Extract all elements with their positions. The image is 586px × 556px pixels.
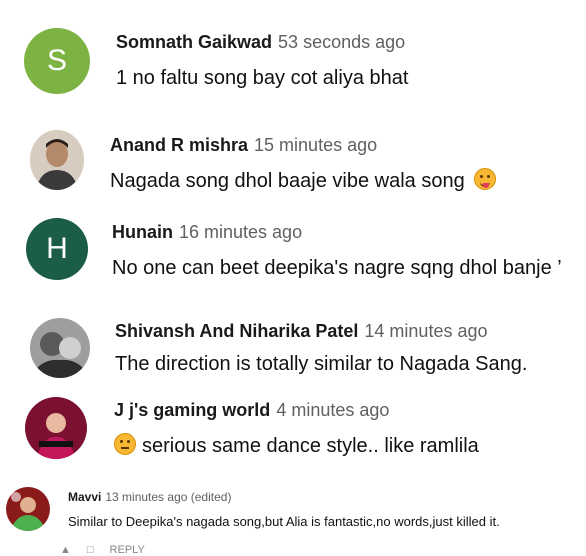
- comment-timestamp[interactable]: 4 minutes ago: [276, 400, 389, 420]
- avatar[interactable]: [25, 397, 87, 459]
- neutral-face-icon: [114, 433, 136, 455]
- comment-text: Nagada song dhol baaje vibe wala song: [110, 170, 465, 192]
- comment-author[interactable]: J j's gaming world: [114, 400, 270, 420]
- comment-text: The direction is totally similar to Naga…: [115, 353, 528, 375]
- comment-timestamp[interactable]: 13 minutes ago (edited): [105, 490, 231, 504]
- profile-photo-icon: [30, 130, 84, 190]
- channel-logo-icon: [25, 397, 87, 459]
- reply-button[interactable]: REPLY: [110, 544, 145, 556]
- avatar-letter: S: [46, 44, 67, 77]
- avatar[interactable]: H: [26, 218, 88, 280]
- like-icon[interactable]: ▲: [60, 544, 71, 556]
- comment-author[interactable]: Hunain: [112, 222, 173, 242]
- comment-text: No one can beet deepika's nagre sqng dho…: [112, 257, 562, 279]
- avatar-letter: H: [46, 232, 68, 265]
- comment-text-row: Nagada song dhol baaje vibe wala song: [110, 168, 500, 193]
- comment-timestamp[interactable]: 53 seconds ago: [278, 32, 405, 52]
- comment-text: 1 no faltu song bay cot aliya bhat: [116, 67, 409, 89]
- comment-text: Similar to Deepika's nagada song,but Ali…: [68, 514, 500, 529]
- tongue-face-icon: [474, 168, 497, 190]
- avatar[interactable]: [30, 130, 84, 190]
- profile-photo-icon: [6, 487, 50, 531]
- profile-photo-icon: [30, 318, 90, 378]
- comment-timestamp[interactable]: 16 minutes ago: [179, 222, 302, 242]
- avatar[interactable]: [30, 318, 90, 378]
- comment-author[interactable]: Somnath Gaikwad: [116, 32, 272, 52]
- comment-actions: ▲ □ REPLY: [60, 544, 145, 556]
- comment-author[interactable]: Mavvi: [68, 490, 101, 504]
- comment-timestamp[interactable]: 15 minutes ago: [254, 135, 377, 155]
- comment-author[interactable]: Shivansh And Niharika Patel: [115, 321, 358, 341]
- comment-timestamp[interactable]: 14 minutes ago: [364, 321, 487, 341]
- avatar[interactable]: S: [24, 28, 90, 94]
- comment-text-row: serious same dance style.. like ramlila: [114, 433, 479, 458]
- comment-author[interactable]: Anand R mishra: [110, 135, 248, 155]
- dislike-icon[interactable]: □: [87, 544, 94, 556]
- comment-text: serious same dance style.. like ramlila: [142, 435, 479, 457]
- avatar[interactable]: [6, 487, 50, 531]
